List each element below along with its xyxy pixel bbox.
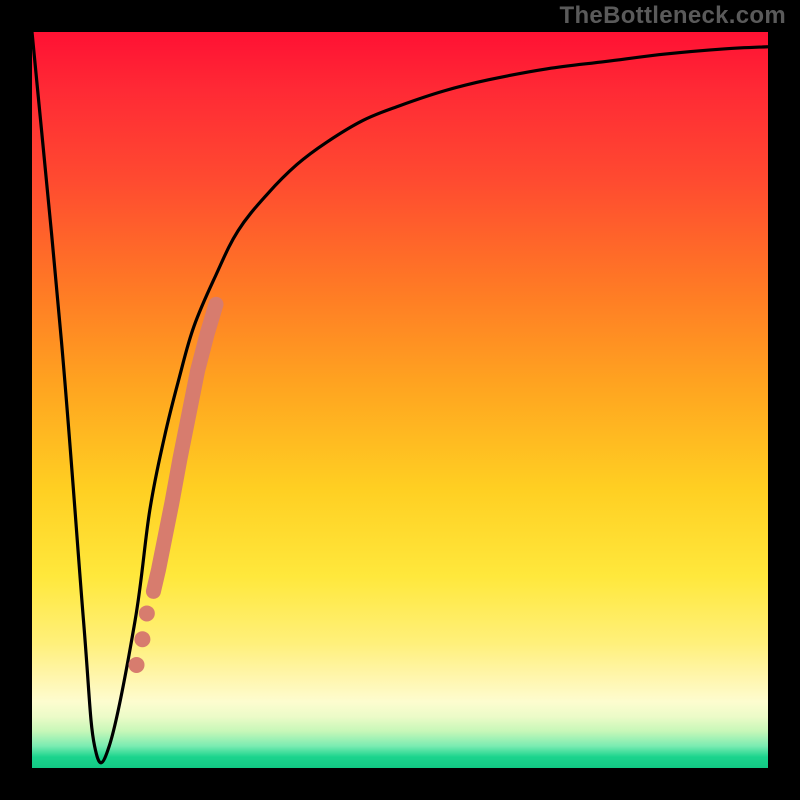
bottleneck-curve bbox=[32, 32, 768, 763]
attribution-text: TheBottleneck.com bbox=[560, 2, 786, 30]
plot-area bbox=[32, 32, 768, 768]
chart-frame: TheBottleneck.com bbox=[0, 0, 800, 800]
curve-svg bbox=[32, 32, 768, 768]
